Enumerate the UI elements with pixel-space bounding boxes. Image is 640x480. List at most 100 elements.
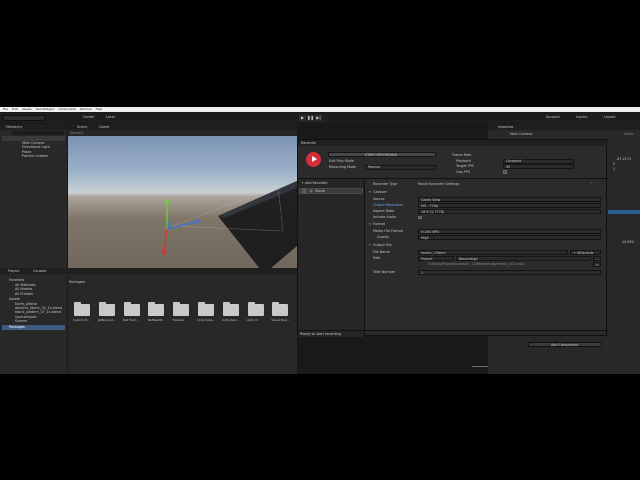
transform-tools[interactable] (3, 115, 45, 121)
menu-item-window[interactable]: Window (80, 107, 92, 111)
path-input[interactable]: Recordings (456, 256, 591, 261)
folder-label: Unity Reco... (221, 318, 240, 322)
inspector-value-4[interactable]: 14.654 (622, 240, 634, 244)
menu-item-edit[interactable]: Edit (12, 107, 18, 111)
output-file-header[interactable]: Output File (373, 243, 392, 247)
tab-game[interactable]: Game (99, 125, 109, 129)
recording-mode-dropdown[interactable]: Manual (365, 164, 436, 170)
folder-icon[interactable] (173, 302, 190, 316)
frame-rate-label: Frame Rate (452, 153, 472, 157)
full-output-path: D:/UnityProjects/class/IO_11/Recordings/… (428, 261, 524, 266)
add-component-button[interactable]: Add Component (528, 342, 602, 347)
scene-viewport[interactable] (68, 136, 297, 274)
recorder-list-menu-icon[interactable]: ⋮ (359, 181, 362, 185)
tab-inspector[interactable]: Inspector (498, 125, 514, 129)
media-format-label: Media File Format (373, 229, 403, 233)
settings-menu-icon[interactable]: ⋮ (597, 182, 600, 186)
tab-scene[interactable]: Scene (77, 125, 87, 129)
help-icon[interactable]: ? (590, 182, 592, 186)
folder-grid: Custom N... JetBrains R... Test Fram... Tex… (73, 302, 296, 332)
output-resolution-dropdown[interactable]: HD - 720p (418, 203, 601, 208)
play-button[interactable]: ▶ (299, 115, 306, 121)
source-dropdown[interactable]: Game View (418, 197, 601, 202)
shading-mode-dropdown[interactable]: Shaded (70, 131, 83, 135)
inspector-value-2[interactable]: 2 (613, 162, 615, 166)
hierarchy-item[interactable]: Particle System (22, 154, 48, 158)
recorder-list: + Add Recorder ⋮ ✓ Movie ▦ (298, 178, 364, 337)
recorder-window-title: Recorder (301, 140, 317, 145)
recorder-item-movie[interactable]: ✓ Movie ▦ (299, 187, 363, 194)
account-dropdown[interactable]: Account (546, 115, 560, 119)
menu-item-help[interactable]: Help (96, 107, 103, 111)
scene-view: Scene Game Shaded (68, 124, 297, 274)
folder-icon[interactable] (222, 302, 239, 316)
inspector-value-1[interactable]: -47.2172 (616, 157, 631, 161)
hierarchy-item[interactable]: Directional Light (22, 145, 50, 149)
tree-favorite-item[interactable]: All Prefabs (15, 292, 33, 296)
inspector-value-3[interactable]: 1 (613, 167, 615, 171)
folder-icon[interactable] (148, 302, 165, 316)
unity-editor: File Edit Assets GameObject Component Window H… (0, 107, 640, 374)
inspector-object-name[interactable]: Main Camera (510, 132, 532, 136)
inspector-static-toggle[interactable]: Static (624, 132, 634, 136)
add-recorder-button[interactable]: + Add Recorder (301, 181, 328, 185)
inspector-selected-row[interactable] (608, 210, 640, 214)
project-tree: Favorites All Materials All Models All Pre… (0, 275, 67, 374)
playback-dropdown[interactable]: Constant (503, 158, 574, 164)
folder-label: Unity UI (246, 318, 258, 322)
path-browse-button[interactable]: ... (593, 256, 601, 261)
media-format-dropdown[interactable]: H.264 MP4 (418, 229, 601, 234)
menu-item-component[interactable]: Component (58, 107, 75, 111)
start-recording-button[interactable]: START RECORDING (328, 152, 436, 157)
menu-item-gameobject[interactable]: GameObject (36, 107, 55, 111)
recorder-status: Ready to start recording (300, 331, 342, 336)
cap-fps-checkbox[interactable]: ✓ (503, 170, 507, 174)
tree-assets[interactable]: Assets (9, 297, 20, 301)
hierarchy-search-input[interactable] (12, 131, 64, 135)
wildcards-dropdown[interactable]: + Wildcards (570, 250, 601, 255)
layout-dropdown[interactable]: Layout (604, 115, 616, 119)
tab-project[interactable]: Project (8, 269, 20, 273)
pivot-center-toggle[interactable]: Center (83, 115, 94, 119)
quality-label: Quality (377, 235, 390, 239)
aspect-ratio-label: Aspect Ratio (373, 209, 395, 213)
aspect-ratio-dropdown[interactable]: 16:9 (1.7778) (418, 209, 601, 214)
file-name-input[interactable]: movie_<Take> (418, 250, 568, 255)
open-folder-button[interactable]: ▭ (593, 262, 601, 267)
project-zoom-slider[interactable] (472, 366, 488, 367)
folder-label: Unity Colla... (197, 318, 215, 322)
format-foldout-icon[interactable]: ▾ (369, 222, 371, 226)
recorder-type-label: Recorder Type (373, 182, 398, 186)
path-root-dropdown[interactable]: Project (418, 256, 454, 261)
folder-icon[interactable] (198, 302, 214, 316)
take-number-input[interactable]: 1 (418, 270, 601, 275)
menu-item-file[interactable]: File (3, 107, 8, 111)
folder-label: JetBrains R... (97, 318, 116, 322)
tree-favorites[interactable]: Favorites (9, 278, 24, 282)
capture-header[interactable]: Capture (373, 190, 386, 194)
format-header[interactable]: Format (373, 222, 385, 226)
menu-item-assets[interactable]: Assets (22, 107, 32, 111)
recorder-enabled-checkbox[interactable]: ✓ (302, 189, 306, 193)
capture-foldout-icon[interactable]: ▾ (369, 190, 371, 194)
folder-icon[interactable] (123, 302, 140, 316)
step-button[interactable]: ▶| (315, 115, 322, 121)
output-file-foldout-icon[interactable]: ▾ (369, 243, 371, 247)
folder-icon[interactable] (247, 302, 264, 316)
quality-dropdown[interactable]: High (418, 235, 601, 240)
layers-dropdown[interactable]: Layers (576, 115, 587, 119)
folder-icon[interactable] (272, 302, 289, 316)
project-breadcrumb[interactable]: Packages (69, 280, 85, 284)
tab-hierarchy[interactable]: Hierarchy (6, 125, 22, 129)
tree-asset-item[interactable]: Scenes (15, 319, 27, 323)
pause-button[interactable]: ❚❚ (307, 115, 314, 121)
tab-console[interactable]: Console (33, 269, 46, 273)
include-audio-checkbox[interactable]: ✓ (418, 215, 422, 219)
pivot-local-toggle[interactable]: Local (106, 115, 115, 119)
record-icon[interactable] (306, 152, 321, 167)
project-panel: Project Console Favorites All Materials A… (0, 268, 297, 374)
folder-icon[interactable] (74, 302, 90, 316)
folder-icon[interactable] (98, 302, 115, 316)
take-number-label: Take Number (373, 270, 396, 274)
target-fps-dropdown[interactable]: 30 (503, 164, 574, 169)
